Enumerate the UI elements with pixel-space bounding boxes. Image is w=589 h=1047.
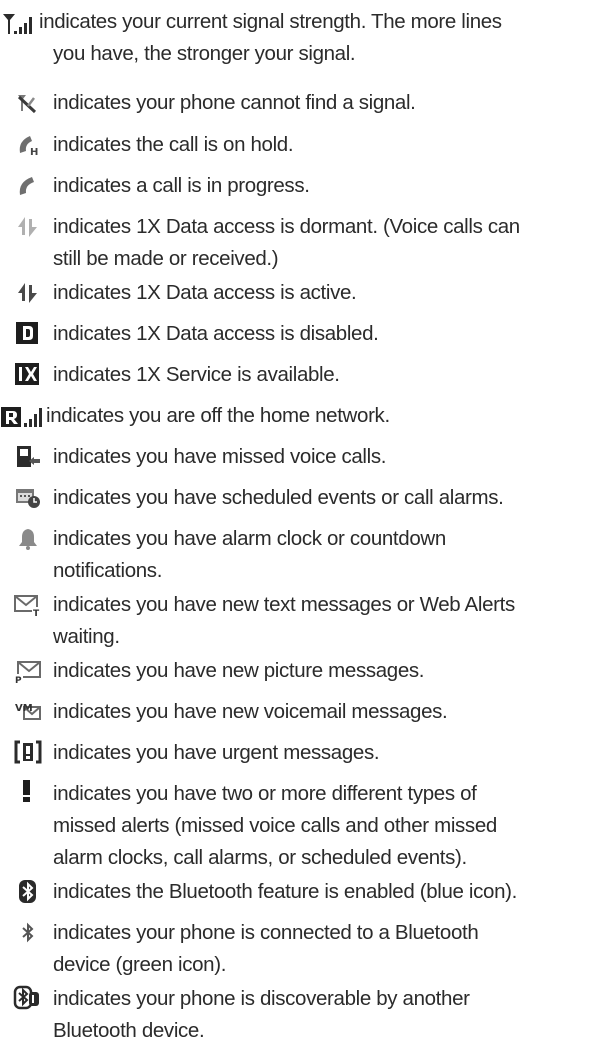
description-line: indicates your current signal strength. … [39, 10, 502, 33]
description-line: indicates a call is in progress. [53, 174, 310, 197]
data-active-icon [17, 281, 39, 305]
description-line: indicates 1X Data access is disabled. [53, 322, 379, 345]
missed-call-icon [15, 445, 41, 469]
description-line: indicates the call is on hold. [53, 133, 294, 156]
description: indicates the Bluetooth feature is enabl… [53, 876, 589, 908]
bluetooth-enabled-icon [18, 879, 38, 905]
description-line: Bluetooth device. [53, 1019, 205, 1042]
bluetooth-connected-icon [21, 922, 35, 944]
description-line: waiting. [53, 625, 120, 648]
description: indicates you have new picture messages. [53, 655, 589, 687]
urgent-message-icon [14, 740, 42, 764]
description: indicates you have scheduled events or c… [53, 482, 589, 514]
multiple-alerts-icon [20, 779, 34, 803]
description: indicates 1X Service is available. [53, 359, 589, 391]
call-on-hold-icon: H [16, 133, 42, 158]
description: indicates you have alarm clock or countd… [53, 523, 589, 587]
description: indicates your phone is connected to a B… [53, 917, 589, 981]
description-line: indicates your phone is discoverable by … [53, 987, 470, 1010]
bluetooth-discoverable-icon [13, 985, 40, 1010]
description-line: indicates you are off the home network. [46, 404, 390, 427]
description-line: indicates you have missed voice calls. [53, 445, 387, 468]
description: indicates 1X Data access is active. [53, 277, 589, 309]
no-signal-icon [16, 92, 38, 114]
description-line: indicates you have urgent messages. [53, 741, 380, 764]
text-message-icon: T [14, 595, 42, 619]
description: indicates your current signal strength. … [39, 6, 575, 70]
description-line: notifications. [53, 559, 163, 582]
description: indicates you have urgent messages. [53, 737, 589, 769]
description-line: indicates the Bluetooth feature is enabl… [53, 880, 517, 903]
svg-text:VM: VM [15, 703, 33, 714]
description-line: indicates you have new voicemail message… [53, 700, 448, 723]
description-line: missed alerts (missed voice calls and ot… [53, 814, 497, 837]
description-line: indicates you have scheduled events or c… [53, 486, 504, 509]
description: indicates a call is in progress. [53, 170, 589, 202]
description-line: indicates your phone is connected to a B… [53, 921, 479, 944]
description-line: alarm clocks, call alarms, or scheduled … [53, 846, 467, 869]
description-line: indicates you have new text messages or … [53, 593, 515, 616]
description-line: indicates 1X Data access is dormant. (Vo… [53, 215, 520, 238]
description-line: indicates your phone cannot find a signa… [53, 91, 416, 114]
description: indicates your phone cannot find a signa… [53, 87, 589, 119]
1x-service-icon [14, 362, 40, 386]
description-line: device (green icon). [53, 953, 227, 976]
description: indicates you have two or more different… [53, 778, 589, 874]
alarm-bell-icon [17, 527, 39, 551]
signal-strength-icon [2, 13, 44, 35]
data-disabled-icon [15, 321, 39, 345]
description-line: indicates 1X Data access is active. [53, 281, 357, 304]
description-line: indicates you have new picture messages. [53, 659, 425, 682]
voicemail-icon: VM [14, 700, 42, 724]
description-line: indicates you have two or more different… [53, 782, 477, 805]
scheduled-event-icon [15, 487, 41, 509]
description-line: indicates you have alarm clock or countd… [53, 527, 446, 550]
description: indicates you have missed voice calls. [53, 441, 589, 473]
description: indicates 1X Data access is dormant. (Vo… [53, 211, 589, 275]
description-line: still be made or received.) [53, 247, 279, 270]
description: indicates you have new text messages or … [53, 589, 589, 653]
description-line: you have, the stronger your signal. [53, 42, 356, 65]
description-line: indicates 1X Service is available. [53, 363, 340, 386]
description: indicates 1X Data access is disabled. [53, 318, 589, 350]
data-dormant-icon [17, 215, 39, 239]
description: indicates you are off the home network. [46, 400, 582, 432]
svg-text:T: T [33, 609, 40, 619]
svg-text:P: P [15, 676, 22, 686]
description: indicates you have new voicemail message… [53, 696, 589, 728]
call-in-progress-icon [16, 174, 40, 198]
description: indicates the call is on hold. [53, 129, 589, 161]
roaming-icon [0, 404, 46, 428]
svg-text:H: H [30, 147, 38, 158]
description: indicates your phone is discoverable by … [53, 983, 589, 1047]
picture-message-icon: P [14, 661, 42, 686]
